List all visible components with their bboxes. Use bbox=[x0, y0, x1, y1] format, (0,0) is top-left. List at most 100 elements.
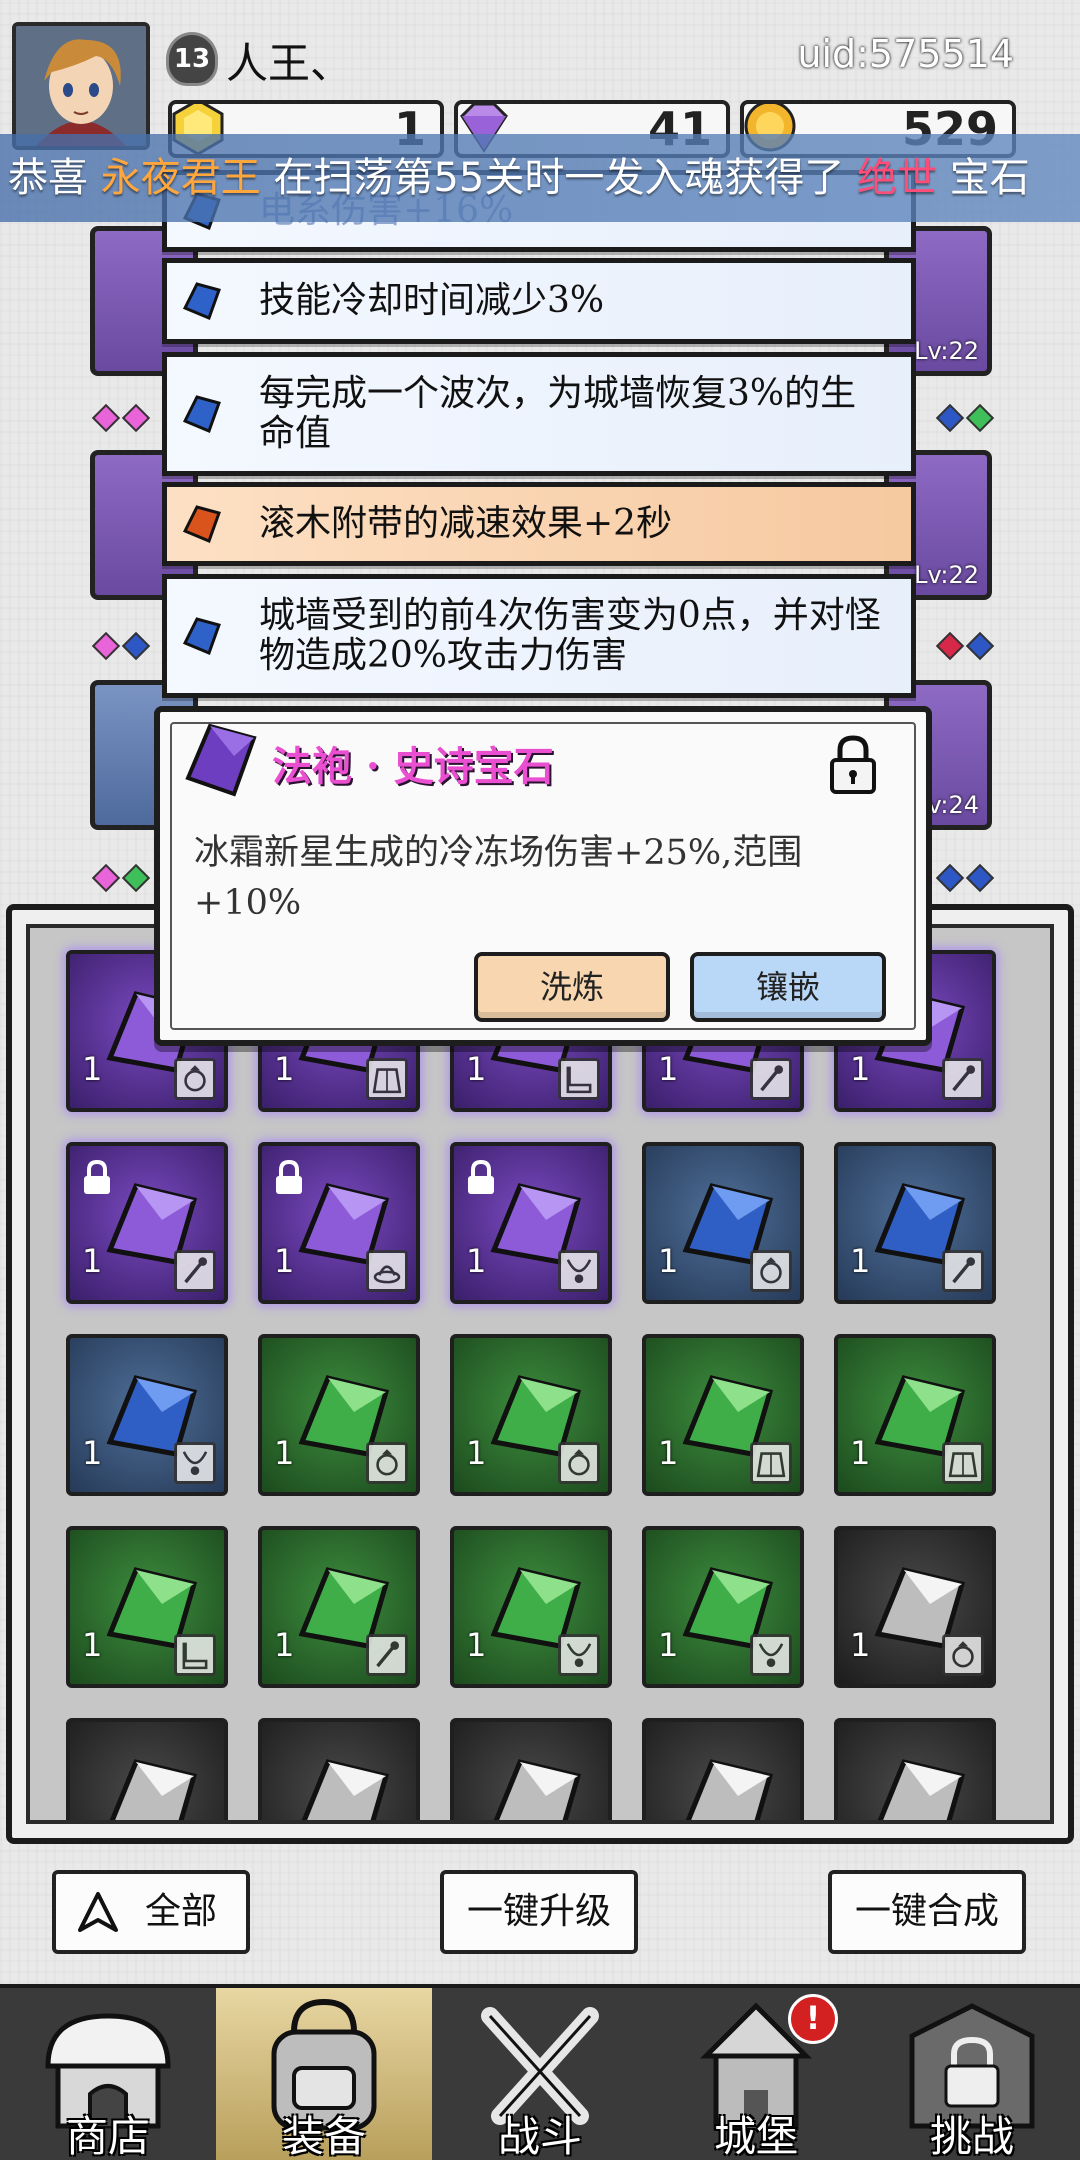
player-name: 人王、 bbox=[226, 39, 353, 88]
gem-count: 1 bbox=[274, 1626, 295, 1664]
gem-inventory-cell[interactable] bbox=[450, 1718, 612, 1820]
wand-slot-icon bbox=[174, 1250, 216, 1292]
lock-icon bbox=[84, 1159, 110, 1194]
white-gem-icon bbox=[109, 1759, 198, 1820]
gem-count: 1 bbox=[658, 1434, 679, 1472]
socket-diamond-icon bbox=[121, 631, 151, 661]
ring-slot-icon bbox=[174, 1058, 216, 1100]
nav-tab-challenge[interactable]: 挑战 bbox=[864, 1988, 1080, 2160]
gem-inventory-cell[interactable]: 1 bbox=[258, 1526, 420, 1688]
gem-inventory-cell[interactable] bbox=[66, 1718, 228, 1820]
ring-slot-icon bbox=[750, 1250, 792, 1292]
blue-gem-icon bbox=[182, 282, 221, 320]
filter-all-button[interactable]: 全部 bbox=[52, 1870, 250, 1954]
ticker-prefix: 恭喜 bbox=[8, 155, 101, 201]
gem-inventory-cell[interactable]: 1 bbox=[642, 1334, 804, 1496]
affix-text: 每完成一个波次，为城墙恢复3%的生命值 bbox=[259, 373, 857, 454]
gem-inventory-cell[interactable]: 1 bbox=[642, 1142, 804, 1304]
blue-gem-icon bbox=[182, 617, 221, 655]
gem-count: 1 bbox=[274, 1434, 295, 1472]
wand-slot-icon bbox=[942, 1250, 984, 1292]
affix-row: 每完成一个波次，为城墙恢复3%的生命值 bbox=[162, 352, 916, 476]
purple-gem-icon bbox=[185, 723, 257, 797]
socket-diamond-icon bbox=[91, 863, 121, 893]
lock-icon[interactable] bbox=[826, 732, 880, 796]
triangle-up-icon bbox=[78, 1892, 118, 1932]
gem-count: 1 bbox=[658, 1242, 679, 1280]
boots-slot-icon bbox=[174, 1634, 216, 1676]
nav-label-castle: 城堡 bbox=[713, 2112, 798, 2160]
white-gem-icon bbox=[877, 1759, 966, 1820]
player-uid: uid:575514 bbox=[797, 32, 1014, 76]
white-gem-icon bbox=[301, 1759, 390, 1820]
nav-label-battle: 战斗 bbox=[497, 2112, 582, 2160]
necklace-slot-icon bbox=[750, 1634, 792, 1676]
gem-inventory-cell[interactable]: 1 bbox=[66, 1334, 228, 1496]
lock-icon bbox=[276, 1159, 302, 1194]
gem-inventory-cell[interactable]: 1 bbox=[834, 1526, 996, 1688]
gem-inventory-cell[interactable]: 1 bbox=[66, 1142, 228, 1304]
gem-count: 1 bbox=[466, 1242, 487, 1280]
ring-slot-icon bbox=[558, 1442, 600, 1484]
wand-slot-icon bbox=[366, 1634, 408, 1676]
socket-diamond-icon bbox=[935, 631, 965, 661]
affix-text: 滚木附带的减速效果+2秒 bbox=[259, 503, 673, 544]
gem-inventory-cell[interactable] bbox=[834, 1718, 996, 1820]
nav-tab-battle[interactable]: 战斗 bbox=[432, 1988, 648, 2160]
gem-count: 1 bbox=[274, 1242, 295, 1280]
announcement-ticker: 恭喜 永夜君王 在扫荡第55关时一发入魂获得了 绝世 宝石 bbox=[0, 134, 1080, 222]
robe-slot-icon bbox=[366, 1058, 408, 1100]
socket-diamond-icon bbox=[965, 403, 995, 433]
player-avatar[interactable] bbox=[12, 22, 150, 150]
affix-row: 滚木附带的减速效果+2秒 bbox=[162, 482, 916, 566]
ticker-middle: 在扫荡第55关时一发入魂获得了 bbox=[260, 155, 858, 201]
socket-diamond-icon bbox=[965, 631, 995, 661]
gem-inventory-cell[interactable]: 1 bbox=[450, 1142, 612, 1304]
ring-slot-icon bbox=[366, 1442, 408, 1484]
castle-notification-badge: ! bbox=[788, 1994, 838, 2044]
affix-text: 技能冷却时间减少3% bbox=[259, 280, 605, 321]
white-gem-icon bbox=[493, 1759, 582, 1820]
nav-tab-shop[interactable]: 商店 bbox=[0, 1988, 216, 2160]
gem-inventory-cell[interactable] bbox=[642, 1718, 804, 1820]
gem-count: 1 bbox=[466, 1434, 487, 1472]
refine-button[interactable]: 洗炼 bbox=[474, 952, 670, 1022]
gem-inventory-cell[interactable]: 1 bbox=[834, 1142, 996, 1304]
filter-all-label: 全部 bbox=[144, 1891, 217, 1932]
gem-inventory-cell[interactable]: 1 bbox=[642, 1526, 804, 1688]
nav-label-equipment: 装备 bbox=[281, 2112, 366, 2160]
gem-inventory-cell[interactable]: 1 bbox=[834, 1334, 996, 1496]
upgrade-all-button[interactable]: 一键升级 bbox=[440, 1870, 638, 1954]
hat-slot-icon bbox=[366, 1250, 408, 1292]
gem-inventory-cell[interactable]: 1 bbox=[450, 1334, 612, 1496]
gem-title: 法袍 · 史诗宝石 bbox=[272, 743, 554, 790]
robe-slot-icon bbox=[942, 1442, 984, 1484]
inlay-button[interactable]: 镶嵌 bbox=[690, 952, 886, 1022]
wand-slot-icon bbox=[942, 1058, 984, 1100]
necklace-slot-icon bbox=[558, 1634, 600, 1676]
gem-count: 1 bbox=[850, 1626, 871, 1664]
gem-inventory-cell[interactable]: 1 bbox=[258, 1142, 420, 1304]
gem-inventory-cell[interactable]: 1 bbox=[258, 1334, 420, 1496]
affix-text: 城墙受到的前4次伤害变为0点，并对怪物造成20%攻击力伤害 bbox=[259, 595, 881, 676]
affix-row: 技能冷却时间减少3% bbox=[162, 258, 916, 344]
orange-gem-icon bbox=[182, 505, 221, 543]
socket-diamond-icon bbox=[121, 863, 151, 893]
white-gem-icon bbox=[685, 1759, 774, 1820]
gem-inventory-cell[interactable]: 1 bbox=[66, 1526, 228, 1688]
wand-slot-icon bbox=[750, 1058, 792, 1100]
socket-diamond-icon bbox=[935, 863, 965, 893]
gem-inventory-cell[interactable] bbox=[258, 1718, 420, 1820]
gem-inventory-grid[interactable]: 1 1 1 1 1 1 1 1 1 1 1 1 1 1 1 1 1 1 1 1 bbox=[26, 924, 1054, 1824]
blue-gem-icon bbox=[182, 395, 221, 433]
robe-slot-icon bbox=[750, 1442, 792, 1484]
merge-all-button[interactable]: 一键合成 bbox=[828, 1870, 1026, 1954]
nav-tab-equipment[interactable]: 装备 bbox=[216, 1988, 432, 2160]
socket-diamond-icon bbox=[91, 403, 121, 433]
equipment-level-label: Lv:22 bbox=[914, 561, 979, 589]
avatar-portrait-icon bbox=[16, 26, 146, 146]
gem-inventory-cell[interactable]: 1 bbox=[450, 1526, 612, 1688]
nav-tab-castle[interactable]: ! 城堡 bbox=[648, 1988, 864, 2160]
bottom-nav: 商店 装备 战斗 ! 城堡 挑战 bbox=[0, 1984, 1080, 2160]
necklace-slot-icon bbox=[174, 1442, 216, 1484]
